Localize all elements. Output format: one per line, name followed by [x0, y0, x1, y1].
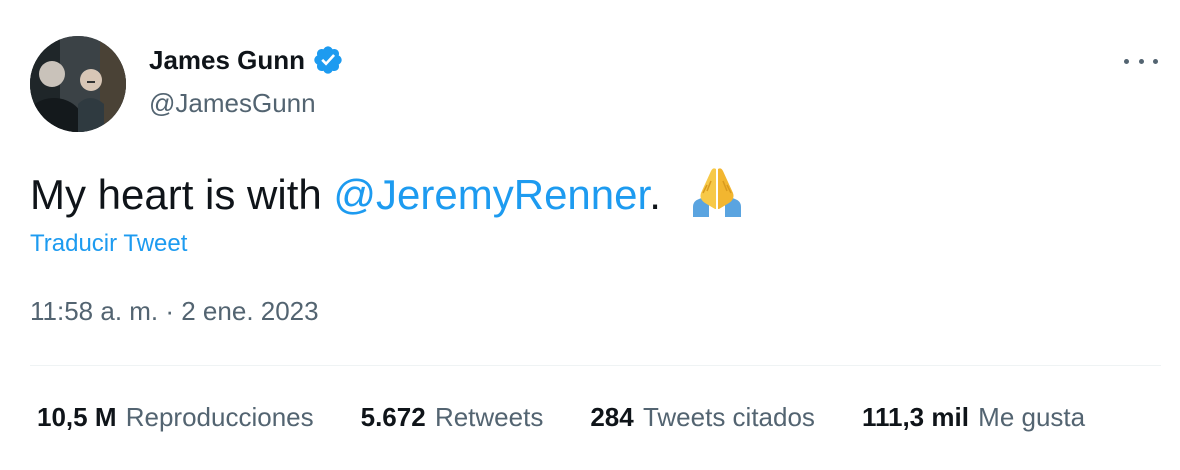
folded-hands-emoji-icon — [687, 165, 747, 217]
tweet-text-end: . — [649, 171, 661, 218]
tweet-text: My heart is with @JeremyRenner. — [30, 165, 747, 223]
dot-icon — [1153, 58, 1158, 64]
tweet-timestamp[interactable]: 11:58 a. m. · 2 ene. 2023 — [30, 296, 319, 327]
stat-value: 284 — [590, 402, 634, 432]
avatar[interactable] — [30, 36, 126, 132]
stat-retweets[interactable]: 5.672 Retweets — [354, 402, 544, 433]
stat-label: Retweets — [434, 402, 544, 432]
verified-badge-icon — [312, 44, 344, 76]
stat-value: 5.672 — [360, 402, 426, 432]
stat-quote-tweets[interactable]: 284 Tweets citados — [583, 402, 815, 433]
stat-likes[interactable]: 111,3 mil Me gusta — [855, 402, 1085, 433]
author-name-row: James Gunn — [149, 44, 344, 76]
stat-value: 111,3 mil — [861, 402, 969, 432]
stat-label: Reproducciones — [125, 402, 314, 432]
tweet-text-start: My heart is with — [30, 171, 334, 218]
divider — [30, 365, 1161, 366]
stat-views[interactable]: 10,5 M Reproducciones — [30, 402, 314, 433]
mention-link[interactable]: @JeremyRenner — [333, 171, 649, 218]
author-name[interactable]: James Gunn — [149, 45, 305, 76]
author-handle[interactable]: @JamesGunn — [149, 88, 316, 119]
stat-label: Tweets citados — [642, 402, 815, 432]
dot-icon — [1124, 58, 1129, 64]
translate-tweet-link[interactable]: Traducir Tweet — [30, 230, 187, 258]
stat-value: 10,5 M — [37, 402, 117, 432]
tweet-stats: 10,5 M Reproducciones 5.672 Retweets 284… — [30, 402, 1125, 433]
more-options-icon[interactable] — [1124, 48, 1158, 74]
stat-label: Me gusta — [978, 402, 1086, 432]
dot-icon — [1138, 58, 1144, 64]
